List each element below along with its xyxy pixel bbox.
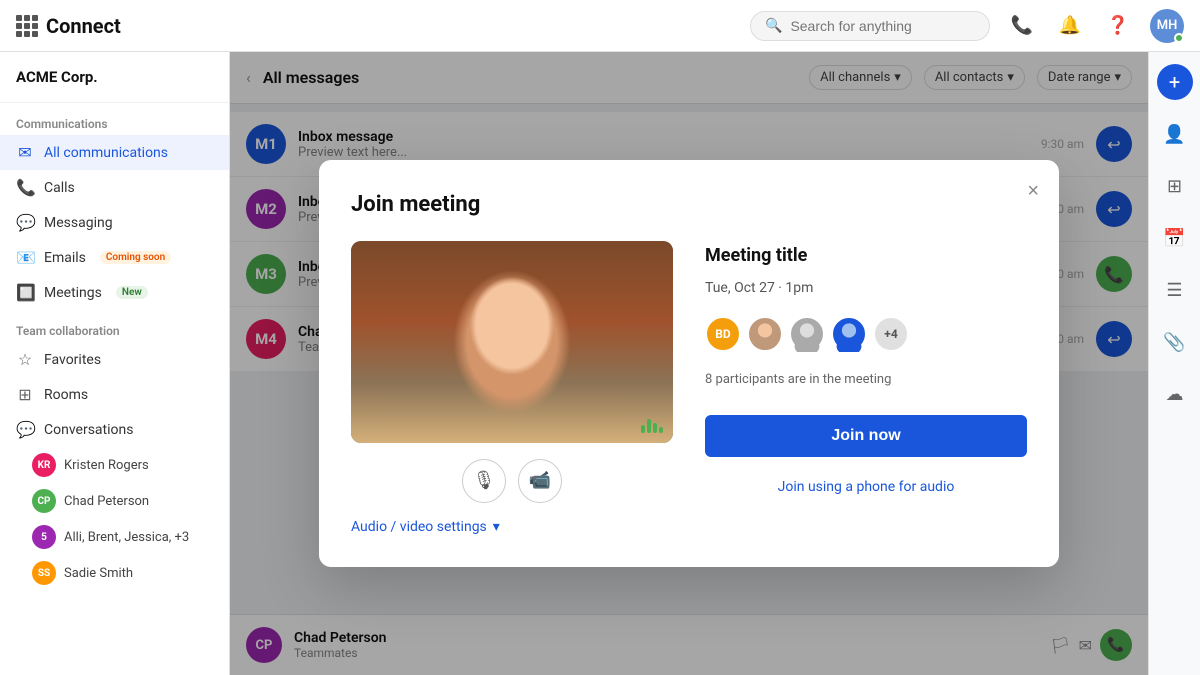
conversations-icon: 💬: [16, 420, 34, 439]
participant-avatar-1: [747, 316, 783, 352]
org-name: ACME Corp.: [0, 52, 229, 103]
mic-icon: 🎙: [473, 470, 496, 491]
emails-icon: 📧: [16, 248, 34, 267]
conv-item-alli[interactable]: 5 Alli, Brent, Jessica, +3: [0, 519, 229, 555]
sidebar-item-label: Rooms: [44, 387, 88, 403]
meeting-info-panel: Meeting title Tue, Oct 27 · 1pm BD: [705, 241, 1027, 534]
conv-avatar-sadie: SS: [32, 561, 56, 585]
search-bar[interactable]: 🔍: [750, 11, 990, 41]
sidebar-item-label: Meetings: [44, 285, 102, 301]
sidebar-item-emails[interactable]: 📧 Emails Coming soon: [0, 240, 229, 275]
participants-count-text: 8 participants are in the meeting: [705, 372, 1027, 387]
meetings-icon: 🔲: [16, 283, 34, 302]
conv-name-alli: Alli, Brent, Jessica, +3: [64, 530, 189, 545]
video-area: 🎙 📹 Audio / video settings ▾: [351, 241, 673, 534]
sidebar-item-rooms[interactable]: ⊞ Rooms: [0, 377, 229, 412]
content-area: ‹ All messages All channels ▾ All contac…: [230, 52, 1148, 675]
messaging-icon: 💬: [16, 213, 34, 232]
calls-icon: 📞: [16, 178, 34, 197]
sidebar-item-label: Conversations: [44, 422, 133, 438]
sidebar-item-meetings[interactable]: 🔲 Meetings New: [0, 275, 229, 310]
join-now-button[interactable]: Join now: [705, 415, 1027, 457]
topbar: Connect 🔍 📞 🔔 ❓ MH: [0, 0, 1200, 52]
all-comm-icon: ✉: [16, 143, 34, 162]
chevron-down-icon: ▾: [493, 519, 500, 535]
team-section-label: Team collaboration: [0, 310, 229, 342]
cloud-icon[interactable]: ☁: [1157, 376, 1193, 412]
phone-icon[interactable]: 📞: [1006, 10, 1038, 42]
grid-view-icon[interactable]: ⊞: [1157, 168, 1193, 204]
camera-icon: 📹: [529, 470, 551, 491]
apps-grid-icon: [16, 15, 38, 37]
conv-avatar-alli: 5: [32, 525, 56, 549]
sidebar-item-conversations[interactable]: 💬 Conversations: [0, 412, 229, 447]
sidebar-item-favorites[interactable]: ☆ Favorites: [0, 342, 229, 377]
conv-name-sadie: Sadie Smith: [64, 566, 133, 581]
video-face-sim: [351, 241, 673, 442]
conv-avatar-kristen: KR: [32, 453, 56, 477]
conv-item-chad[interactable]: CP Chad Peterson: [0, 483, 229, 519]
sidebar-item-label: Favorites: [44, 352, 101, 368]
audio-settings-label: Audio / video settings: [351, 519, 487, 535]
sidebar-item-label: Calls: [44, 180, 75, 196]
avatar-status-indicator: [1174, 33, 1184, 43]
coming-soon-badge: Coming soon: [100, 251, 171, 264]
user-avatar[interactable]: MH: [1150, 9, 1184, 43]
notifications-icon[interactable]: 🔔: [1054, 10, 1086, 42]
calendar-icon[interactable]: 📅: [1157, 220, 1193, 256]
conv-name-chad: Chad Peterson: [64, 494, 149, 509]
rooms-icon: ⊞: [16, 385, 34, 404]
join-phone-link[interactable]: Join using a phone for audio: [705, 479, 1027, 495]
sidebar-item-messaging[interactable]: 💬 Messaging: [0, 205, 229, 240]
meeting-date: Tue, Oct 27 · 1pm: [705, 280, 1027, 296]
modal-title: Join meeting: [351, 192, 1027, 217]
conv-item-sadie[interactable]: SS Sadie Smith: [0, 555, 229, 591]
favorites-icon: ☆: [16, 350, 34, 369]
audio-level-bars: [641, 419, 663, 433]
participant-count: +4: [873, 316, 909, 352]
video-preview: [351, 241, 673, 442]
communications-section-label: Communications: [0, 103, 229, 135]
sidebar-item-all-communications[interactable]: ✉ All communications: [0, 135, 229, 170]
conv-name-kristen: Kristen Rogers: [64, 458, 149, 473]
sidebar-item-label: Messaging: [44, 215, 113, 231]
modal-body: 🎙 📹 Audio / video settings ▾: [351, 241, 1027, 534]
list-icon[interactable]: ☰: [1157, 272, 1193, 308]
join-meeting-modal: × Join meeting: [319, 160, 1059, 566]
main-layout: ACME Corp. Communications ✉ All communic…: [0, 52, 1200, 675]
conv-item-kristen[interactable]: KR Kristen Rogers: [0, 447, 229, 483]
modal-overlay[interactable]: × Join meeting: [230, 52, 1148, 675]
right-iconbar: + 👤 ⊞ 📅 ☰ 📎 ☁: [1148, 52, 1200, 675]
search-icon: 🔍: [765, 18, 782, 34]
modal-close-button[interactable]: ×: [1027, 180, 1039, 203]
participant-avatar-3: [831, 316, 867, 352]
apps-menu-button[interactable]: [16, 15, 38, 37]
conv-avatar-chad: CP: [32, 489, 56, 513]
participants-row: BD: [705, 316, 1027, 352]
app-title: Connect: [46, 14, 121, 38]
camera-button[interactable]: 📹: [518, 459, 562, 503]
video-controls: 🎙 📹: [351, 459, 673, 503]
sidebar-item-label: Emails: [44, 250, 86, 266]
help-icon[interactable]: ❓: [1102, 10, 1134, 42]
topbar-actions: 📞 🔔 ❓ MH: [1006, 9, 1184, 43]
sidebar-item-calls[interactable]: 📞 Calls: [0, 170, 229, 205]
participant-avatar-bd: BD: [705, 316, 741, 352]
search-input[interactable]: [790, 18, 975, 34]
participant-avatar-2: [789, 316, 825, 352]
mic-button[interactable]: 🎙: [462, 459, 506, 503]
paperclip-icon[interactable]: 📎: [1157, 324, 1193, 360]
meeting-title: Meeting title: [705, 245, 1027, 266]
new-badge: New: [116, 286, 148, 299]
sidebar: ACME Corp. Communications ✉ All communic…: [0, 52, 230, 675]
audio-settings-toggle[interactable]: Audio / video settings ▾: [351, 519, 673, 535]
add-button[interactable]: +: [1157, 64, 1193, 100]
person-icon[interactable]: 👤: [1157, 116, 1193, 152]
sidebar-item-label: All communications: [44, 145, 168, 161]
